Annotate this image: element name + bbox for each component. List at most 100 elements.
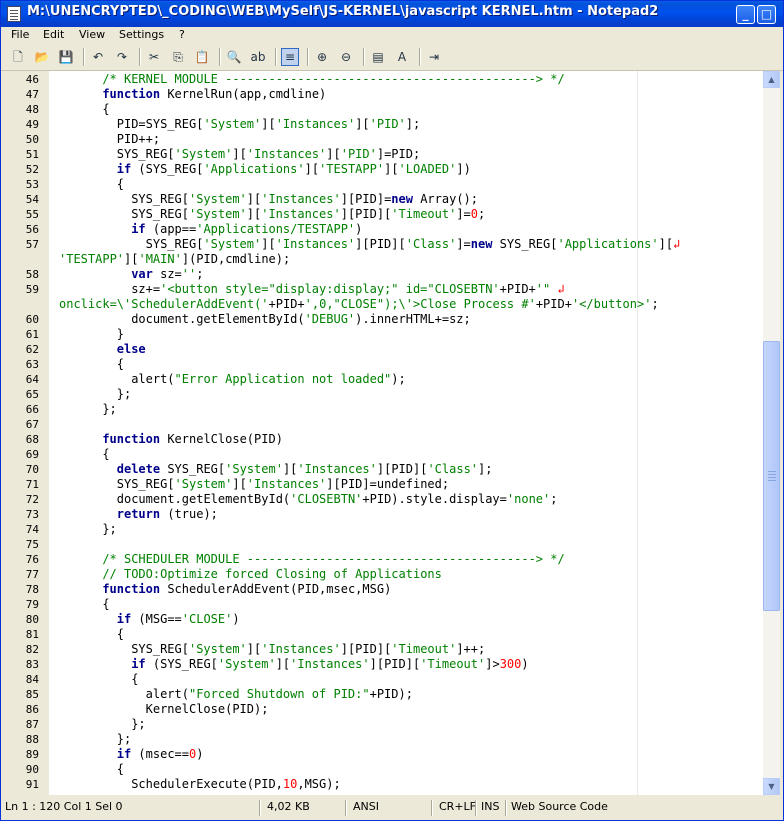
code-token: ); [391,372,406,386]
code-token: if [131,222,146,236]
code-token: 'Instances' [246,477,327,491]
line-source: { [117,357,124,372]
status-encoding: ANSI [353,800,379,813]
line-number: 61 [25,328,39,341]
code-token: document.getElementById( [116,492,291,506]
code-token: 'Timeout' [391,207,457,221]
menu-settings[interactable]: Settings [119,28,164,41]
code-token: (true); [160,507,218,521]
line-source: SYS_REG['System']['Instances'][PID]['Tim… [131,642,485,657]
code-token: { [102,447,110,461]
line-number: 68 [25,433,39,446]
line-source: document.getElementById('CLOSEBTN'+PID).… [117,492,558,507]
code-token: 'Instances' [261,192,341,206]
code-token: ][PID][ [340,642,392,656]
line-source: var sz=''; [131,267,203,282]
notepad-app-icon[interactable] [7,6,21,22]
menu-bar: File Edit View Settings ? [1,27,783,44]
code-token: +PID+ [535,297,572,311]
replace-icon[interactable]: ab [249,48,267,66]
code-token: function [102,582,161,596]
zoom-out-icon[interactable]: ⊖ [337,48,355,66]
vertical-scrollbar[interactable]: ▲ ▼ [763,71,780,795]
open-icon[interactable]: 📂 [33,48,51,66]
menu-view[interactable]: View [79,28,105,41]
code-token: ][ [282,462,298,476]
line-number: 55 [25,208,39,221]
code-token: 'Applications' [557,237,659,251]
code-token: 'Applications' [203,162,305,176]
code-token: ][PID][ [369,657,421,671]
editor[interactable]: 46 /* KERNEL MODULE ---------------------… [1,71,763,795]
line-number: 66 [25,403,39,416]
scroll-up-button[interactable]: ▲ [763,71,780,88]
code-token: 'PID' [340,147,377,161]
copy-icon[interactable]: ⎘ [169,48,187,66]
line-source: if (msec==0) [117,747,204,762]
code-token: ) [196,747,204,761]
save-icon[interactable]: 💾 [57,48,75,66]
paste-icon[interactable]: 📋 [193,48,211,66]
redo-icon[interactable]: ↷ [113,48,131,66]
line-source: SYS_REG['System']['Instances'][PID]=unde… [117,477,449,492]
code-token: }; [116,387,132,401]
code-token: 'Instances' [261,207,341,221]
new-icon[interactable]: 🗋 [9,48,27,66]
code-token: onclick=\'SchedulerAddEvent(' [59,297,269,311]
code-token: new [391,192,413,206]
menu-file[interactable]: File [11,28,29,41]
code-token: ][ [261,237,276,251]
line-number: 67 [25,418,39,431]
code-token: KernelClose(PID); [145,702,269,716]
code-token: +PID).style.display= [362,492,507,506]
font-icon[interactable]: A [393,48,411,66]
toolbar-separator [275,48,277,66]
status-lexer-scheme: Web Source Code [511,800,608,813]
line-source: document.getElementById('DEBUG').innerHT… [131,312,471,327]
toolbar: 🗋 📂 💾 ↶ ↷ ✂ ⎘ 📋 🔍 ab ≡ ⊕ ⊖ ▤ A ⇥ [1,44,783,71]
code-token: delete [116,462,161,476]
code-token: (MSG== [131,612,182,626]
cut-icon[interactable]: ✂ [145,48,163,66]
undo-icon[interactable]: ↶ [89,48,107,66]
code-token: }; [102,402,117,416]
line-source: { [131,672,138,687]
line-source: /* SCHEDULER MODULE --------------------… [102,552,564,567]
title-bar[interactable]: M:\UNENCRYPTED\_CODING\WEB\MySelf\JS-KER… [1,1,783,27]
menu-help[interactable]: ? [179,28,185,41]
exit-icon[interactable]: ⇥ [425,48,443,66]
status-bar: Ln 1 : 120 Col 1 Sel 0 4,02 KB ANSI CR+L… [1,797,783,820]
line-number: 58 [25,268,39,281]
toolbar-separator [307,48,309,66]
line-source: else [117,342,146,357]
line-source: SchedulerExecute(PID,10,MSG); [131,777,341,792]
line-source: return (true); [117,507,218,522]
line-source: function SchedulerAddEvent(PID,msec,MSG) [102,582,391,597]
scroll-thumb[interactable] [763,341,780,611]
code-token: ][ [124,252,139,266]
code-token: if [131,657,146,671]
code-token: SYS_REG[ [131,192,189,206]
toolbar-separator [363,48,365,66]
menu-edit[interactable]: Edit [43,28,64,41]
zoom-in-icon[interactable]: ⊕ [313,48,331,66]
line-source: }; [131,717,145,732]
maximize-button[interactable]: □ [757,5,776,24]
minimize-button[interactable]: _ [736,5,755,24]
scheme-icon[interactable]: ▤ [369,48,387,66]
window-title: M:\UNENCRYPTED\_CODING\WEB\MySelf\JS-KER… [27,4,659,19]
code-token: 0 [470,207,479,221]
code-token: 'MAIN' [138,252,182,266]
code-token: 'System' [174,147,233,161]
code-token: if [116,612,132,626]
find-icon[interactable]: 🔍 [225,48,243,66]
line-source: if (app=='Applications/TESTAPP') [131,222,362,237]
line-number: 82 [25,643,39,656]
code-token: if [116,747,132,761]
word-wrap-icon[interactable]: ≡ [281,48,299,66]
code-token: 'Timeout' [391,642,457,656]
line-source: { [117,762,124,777]
line-number: 56 [25,223,39,236]
scroll-down-button[interactable]: ▼ [763,778,780,795]
code-token: 'System' [188,642,247,656]
